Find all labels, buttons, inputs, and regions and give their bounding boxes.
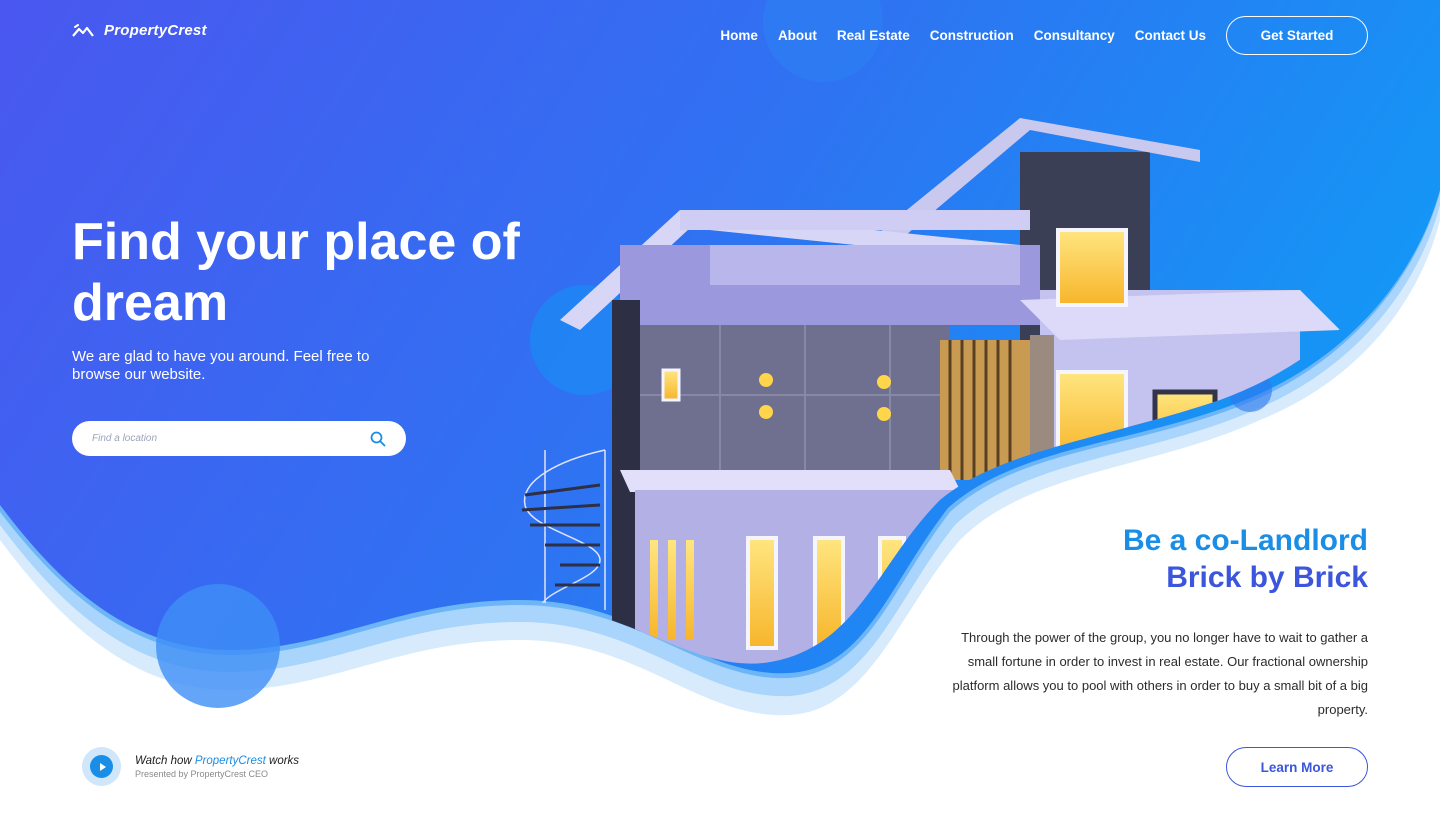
promo-title: Be a co-Landlord Brick by Brick: [968, 522, 1368, 596]
learn-more-button[interactable]: Learn More: [1226, 747, 1368, 787]
hero-title: Find your place of dream: [72, 213, 520, 332]
play-button-inner: [90, 755, 113, 778]
nav-link-consultancy[interactable]: Consultancy: [1034, 28, 1115, 43]
watch-suffix: works: [269, 754, 300, 767]
nav-link-about[interactable]: About: [778, 28, 817, 43]
mountain-logo-icon: [72, 23, 94, 37]
watch-title: Watch how PropertyCrest works: [135, 755, 299, 767]
watch-video: Watch how PropertyCrest works Presented …: [82, 747, 299, 786]
watch-subtitle: Presented by PropertyCrest CEO: [135, 768, 269, 779]
get-started-button[interactable]: Get Started: [1226, 16, 1368, 55]
play-button[interactable]: [82, 747, 121, 786]
nav-link-real-estate[interactable]: Real Estate: [837, 28, 910, 43]
location-search-input[interactable]: [92, 433, 362, 444]
search-icon[interactable]: [370, 431, 386, 447]
nav-link-construction[interactable]: Construction: [930, 28, 1014, 43]
main-nav: Home About Real Estate Construction Cons…: [700, 16, 1368, 55]
brand-logo[interactable]: PropertyCrest: [72, 22, 207, 39]
nav-link-home[interactable]: Home: [720, 28, 758, 43]
location-search: [72, 421, 406, 456]
watch-brand: PropertyCrest: [194, 754, 266, 767]
promo-title-line-2: Brick by Brick: [1166, 561, 1368, 594]
watch-prefix: Watch how: [135, 754, 192, 767]
play-icon: [99, 762, 106, 771]
watch-text: Watch how PropertyCrest works Presented …: [135, 755, 299, 779]
promo-body: Through the power of the group, you no l…: [952, 630, 1369, 717]
nav-link-contact-us[interactable]: Contact Us: [1135, 28, 1206, 43]
promo-title-line-1: Be a co-Landlord: [1122, 524, 1368, 557]
hero-subtitle: We are glad to have you around. Feel fre…: [72, 348, 370, 383]
brand-name: PropertyCrest: [104, 22, 207, 39]
